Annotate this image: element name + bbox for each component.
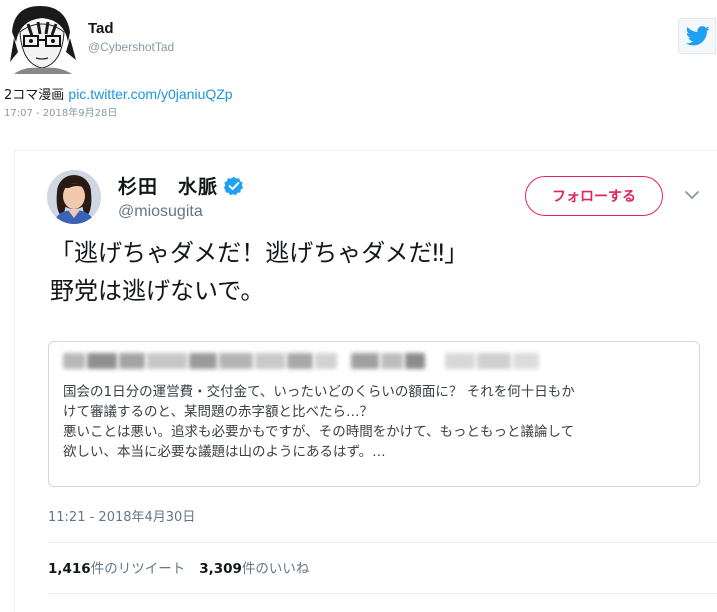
embedded-tweet-text: 「逃げちゃダメだ！逃げちゃダメだ‼」 野党は逃げないで。: [50, 234, 670, 310]
divider: [48, 542, 717, 543]
quoted-tweet-card[interactable]: 国会の1日分の運営費・交付金て、いったいどのくらいの額面に？ それを何十日もか …: [48, 341, 700, 487]
quoted-text-line: 悪いことは悪い。追求も必要かもですが、その時間をかけて、もっともっと議論して: [63, 424, 575, 440]
tweet-text-line: 「逃げちゃダメだ！逃げちゃダメだ‼」: [50, 239, 469, 267]
divider: [48, 593, 717, 594]
avatar[interactable]: [4, 2, 80, 74]
like-label[interactable]: 件のいいね: [242, 557, 310, 577]
tweet-stats: 1,416 件のリツイート 3,309 件のいいね: [48, 557, 309, 577]
outer-tweet-timestamp[interactable]: 17:07 - 2018年9月28日: [4, 104, 117, 119]
verified-badge-icon: [224, 176, 244, 195]
chevron-down-icon[interactable]: [684, 189, 700, 201]
like-count[interactable]: 3,309: [199, 561, 242, 577]
blurred-quoted-author: [63, 352, 541, 370]
follow-button[interactable]: フォローする: [525, 176, 663, 216]
author-handle[interactable]: @CybershotTad: [88, 40, 174, 54]
profile-photo: [47, 170, 101, 224]
avatar[interactable]: [47, 170, 101, 224]
quoted-tweet-text: 国会の1日分の運営費・交付金て、いったいどのくらいの額面に？ それを何十日もか …: [63, 382, 575, 462]
manga-avatar-illustration: [4, 2, 80, 74]
pic-link[interactable]: pic.twitter.com/y0janiuQZp: [68, 86, 232, 102]
outer-tweet-text: 2コマ漫画 pic.twitter.com/y0janiuQZp: [4, 84, 233, 103]
tweet-text-prefix: 2コマ漫画: [4, 88, 69, 103]
retweet-count[interactable]: 1,416: [48, 561, 91, 577]
embedded-author-name[interactable]: 杉田 水脈: [118, 172, 218, 199]
quoted-text-line: 国会の1日分の運営費・交付金て、いったいどのくらいの額面に？ それを何十日もか: [63, 384, 575, 400]
retweet-label[interactable]: 件のリツイート: [91, 557, 186, 577]
author-name[interactable]: Tad: [88, 20, 114, 37]
quoted-text-line: 欲しい、本当に必要な議題は山のようにあるはず。…: [63, 444, 386, 460]
embedded-author-row: 杉田 水脈: [118, 172, 244, 199]
outer-tweet-header: Tad @CybershotTad: [0, 0, 717, 80]
embedded-tweet-timestamp[interactable]: 11:21 - 2018年4月30日: [48, 506, 195, 525]
embedded-image-left-edge: [14, 150, 15, 612]
quoted-text-line: けて審議するのと、某問題の赤字額と比べたら…？: [63, 404, 373, 420]
embedded-image-top-edge: [14, 150, 717, 151]
tweet-text-line: 野党は逃げないで。: [50, 277, 265, 305]
twitter-bird-icon[interactable]: [678, 18, 716, 54]
embedded-author-handle[interactable]: @miosugita: [118, 203, 203, 221]
